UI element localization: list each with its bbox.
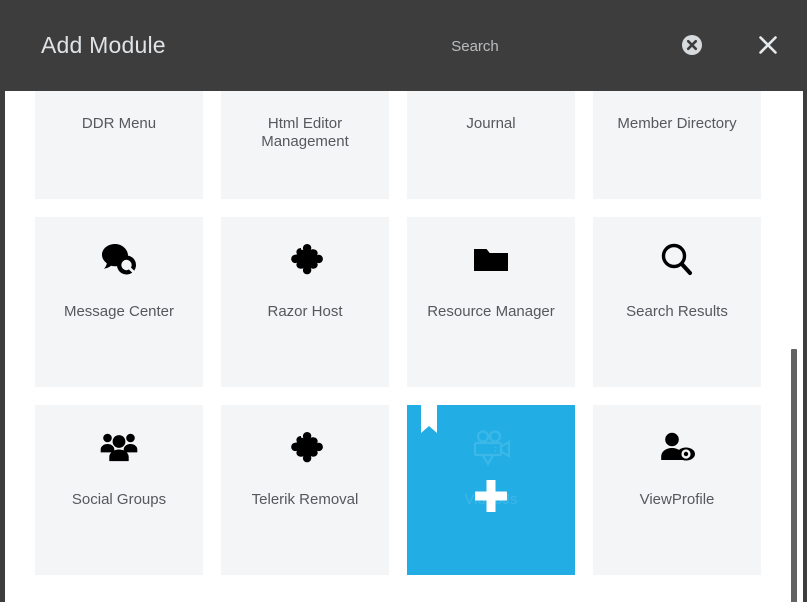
module-tile-label: Social Groups [71, 491, 167, 508]
module-tile-resource-manager[interactable]: Resource Manager [407, 217, 575, 387]
module-tile-label: ViewProfile [639, 491, 715, 508]
module-tile-razor-host[interactable]: Razor Host [221, 217, 389, 387]
close-icon [756, 33, 780, 60]
plus-icon [471, 476, 511, 519]
module-tile-html-editor-management[interactable]: Html Editor Management [221, 91, 389, 199]
module-tile-label: Journal [466, 115, 516, 132]
grid-scrollbar-thumb[interactable] [791, 349, 797, 602]
module-tile-viewprofile[interactable]: ViewProfile [593, 405, 761, 575]
window-edge-left [0, 0, 5, 602]
terminal-icon [221, 91, 389, 115]
user-eye-icon [593, 405, 761, 491]
module-tile-label: Search Results [626, 303, 728, 320]
puzzle-piece-icon [35, 91, 203, 115]
module-tile-journal[interactable]: Journal [407, 91, 575, 199]
clear-search-button[interactable] [678, 32, 706, 60]
module-grid: DDR Menu Html Editor Management Journal … [5, 91, 765, 575]
search-input[interactable] [305, 30, 645, 62]
users-group-icon [35, 405, 203, 491]
module-tile-telerik-removal[interactable]: Telerik Removal [221, 405, 389, 575]
module-tile-social-groups[interactable]: Social Groups [35, 405, 203, 575]
page-title: Add Module [41, 32, 166, 58]
window-edge-right [803, 0, 807, 602]
close-dialog-button[interactable] [753, 31, 783, 61]
address-book-icon [593, 91, 761, 115]
module-grid-scroll-area[interactable]: DDR Menu Html Editor Management Journal … [5, 91, 803, 602]
module-tile-label: Html Editor Management [261, 115, 349, 150]
module-tile-message-center[interactable]: Message Center [35, 217, 203, 387]
module-tile-search-results[interactable]: Search Results [593, 217, 761, 387]
add-module-dialog: Add Module Search DDR Menu Html Editor M… [0, 0, 807, 602]
module-tile-label: Message Center [63, 303, 175, 320]
module-tile-member-directory[interactable]: Member Directory [593, 91, 761, 199]
module-tile-videojs[interactable]: VideoJs [407, 405, 575, 575]
grid-scrollbar-track[interactable] [791, 91, 803, 602]
module-tile-ddr-menu[interactable]: DDR Menu [35, 91, 203, 199]
circle-x-icon [681, 34, 703, 59]
module-tile-label: Telerik Removal [251, 491, 359, 508]
module-tile-label: DDR Menu [81, 115, 157, 132]
dialog-header: Add Module [5, 0, 803, 91]
module-tile-label: Resource Manager [427, 303, 555, 320]
puzzle-piece-icon [221, 405, 389, 491]
bookmark-icon [421, 405, 437, 433]
folder-icon [407, 217, 575, 303]
chat-bubbles-icon [35, 217, 203, 303]
module-tile-label: Razor Host [267, 303, 343, 320]
module-tile-label: Member Directory [617, 115, 737, 132]
puzzle-piece-icon [221, 217, 389, 303]
notebook-icon [407, 91, 575, 115]
magnifier-icon [593, 217, 761, 303]
